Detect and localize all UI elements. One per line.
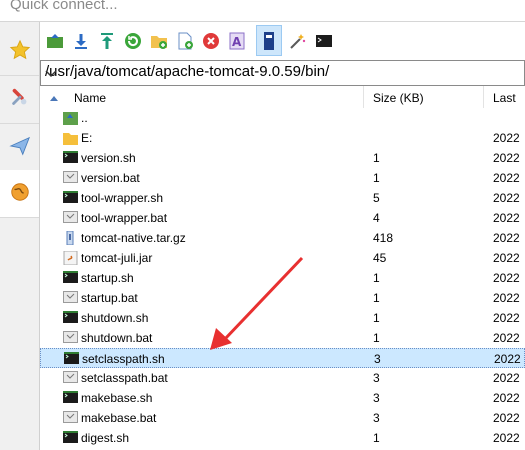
annotation-arrow [210,256,304,350]
